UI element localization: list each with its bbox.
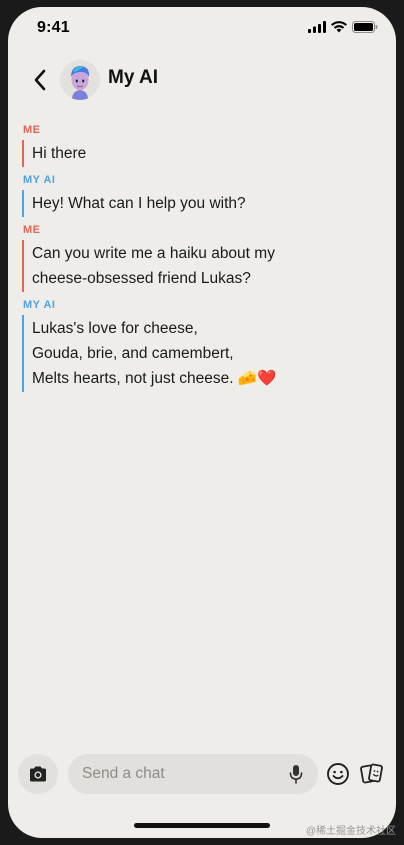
message-list: ME Hi there MY AI Hey! What can I help y… [8, 123, 396, 398]
status-bar: 9:41 [8, 7, 396, 51]
status-icons [308, 21, 378, 33]
watermark: @稀土掘金技术社区 [305, 826, 396, 837]
smiley-icon [327, 763, 349, 785]
sticker-cards-icon [360, 763, 383, 784]
message-group: ME Can you write me a haiku about my che… [8, 223, 396, 292]
avatar[interactable] [60, 60, 100, 100]
message-line: Hi there [32, 145, 87, 162]
sticker-button[interactable] [360, 762, 384, 786]
chevron-left-icon [34, 69, 46, 91]
sender-label: ME [23, 124, 41, 136]
status-time: 9:41 [37, 19, 70, 36]
message-group: MY AI Hey! What can I help you with? [8, 173, 396, 217]
message-text[interactable]: Lukas's love for cheese, Gouda, brie, an… [22, 315, 366, 392]
message-line: Melts hearts, not just cheese. 🧀❤️ [32, 370, 277, 387]
chat-title[interactable]: My AI [108, 67, 158, 89]
chat-header: My AI [8, 57, 396, 103]
camera-button[interactable] [18, 754, 58, 794]
message-line: cheese-obsessed friend Lukas? [32, 270, 251, 287]
message-line: Gouda, brie, and camembert, [32, 345, 234, 362]
message-text[interactable]: Hey! What can I help you with? [22, 190, 366, 217]
back-button[interactable] [26, 66, 54, 94]
phone-screen: 9:41 My AI ME Hi there MY AI Hey! What c… [8, 7, 396, 838]
emoji-button[interactable] [326, 762, 350, 786]
microphone-icon [289, 765, 303, 784]
battery-icon [352, 21, 378, 33]
camera-icon [30, 766, 46, 782]
microphone-button[interactable] [286, 764, 306, 784]
message-text[interactable]: Hi there [22, 140, 366, 167]
wifi-icon [331, 21, 347, 33]
chat-input-container[interactable] [68, 754, 318, 794]
bitmoji-avatar-icon [60, 60, 100, 100]
home-indicator[interactable] [134, 823, 270, 828]
sender-label: MY AI [23, 299, 56, 311]
message-line: Hey! What can I help you with? [32, 195, 246, 212]
sender-label: ME [23, 224, 41, 236]
chat-input[interactable] [80, 764, 284, 784]
sender-label: MY AI [23, 174, 56, 186]
signal-icon [308, 21, 326, 33]
message-group: ME Hi there [8, 123, 396, 167]
message-group: MY AI Lukas's love for cheese, Gouda, br… [8, 298, 396, 392]
message-line: Lukas's love for cheese, [32, 320, 198, 337]
message-line: Can you write me a haiku about my [32, 245, 275, 262]
composer-bar [8, 752, 396, 798]
message-text[interactable]: Can you write me a haiku about my cheese… [22, 240, 366, 292]
